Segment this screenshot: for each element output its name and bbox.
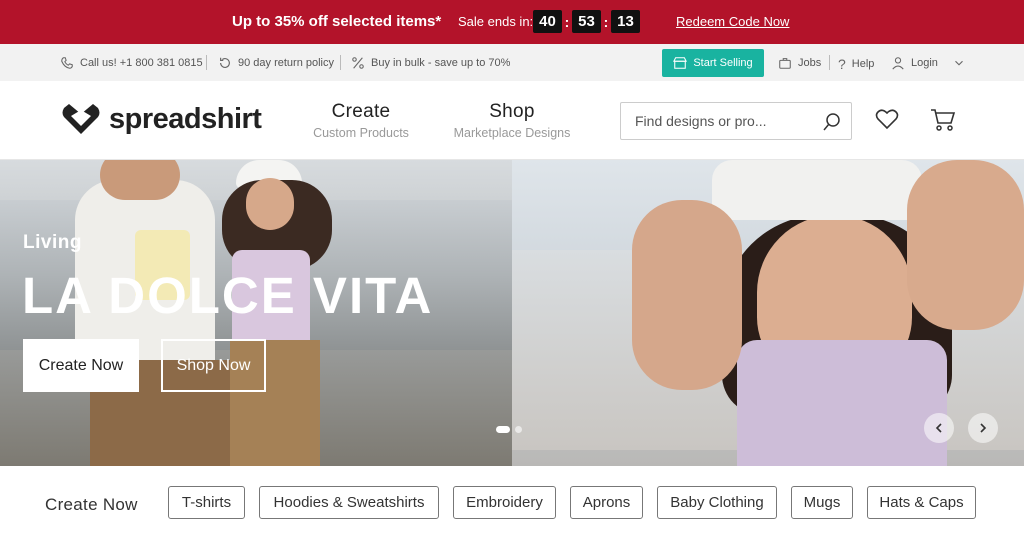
carousel-dot-1[interactable] (496, 426, 510, 433)
start-selling-label: Start Selling (693, 57, 753, 69)
categories-label: Create Now (45, 495, 138, 514)
logo-text: spreadshirt (109, 102, 262, 135)
chevron-right-icon (980, 423, 987, 433)
bulk-discount-link[interactable]: Buy in bulk - save up to 70% (351, 56, 510, 70)
chevron-left-icon (935, 423, 942, 433)
return-icon (220, 57, 230, 68)
nav-shop-title: Shop (489, 101, 535, 122)
timer-minutes: 53 (572, 10, 601, 33)
nav-shop-subtitle: Marketplace Designs (453, 126, 571, 140)
redeem-code-link[interactable]: Redeem Code Now (676, 14, 789, 29)
start-selling-button[interactable]: Start Selling (662, 49, 764, 77)
hero-eyebrow: Living (23, 232, 82, 253)
nav-shop[interactable]: Shop Marketplace Designs (446, 101, 578, 140)
countdown-timer: 40 : 53 : 13 (533, 10, 640, 33)
promo-bar: Up to 35% off selected items* Sale ends … (0, 0, 1024, 44)
bulk-discount-text: Buy in bulk - save up to 70% (371, 57, 511, 69)
category-aprons[interactable]: Aprons (570, 486, 643, 519)
category-hoodies-sweatshirts[interactable]: Hoodies & Sweatshirts (259, 486, 439, 519)
percent-icon (352, 57, 364, 69)
help-link[interactable]: ? Help (838, 56, 874, 72)
nav-create-subtitle: Custom Products (313, 126, 409, 140)
briefcase-icon (779, 58, 791, 69)
utility-bar: Call us! +1 800 381 0815 90 day return p… (0, 44, 1024, 81)
help-text: Help (851, 58, 875, 70)
heart-logo-icon (62, 104, 100, 134)
timer-seconds: 13 (611, 10, 640, 33)
hero-title: LA DOLCE VITA (22, 267, 434, 324)
spreadshirt-logo[interactable]: spreadshirt (61, 102, 262, 136)
call-us-text: Call us! +1 800 381 0815 (80, 57, 203, 69)
promo-headline: Up to 35% off selected items* (232, 13, 442, 30)
carousel-next-button[interactable] (968, 413, 998, 443)
hero-banner: Living LA DOLCE VITA Create Now Shop Now (0, 160, 1024, 466)
call-us-link[interactable]: Call us! +1 800 381 0815 (60, 56, 203, 70)
category-baby-clothing[interactable]: Baby Clothing (657, 486, 777, 519)
carousel-prev-button[interactable] (924, 413, 954, 443)
category-mugs[interactable]: Mugs (791, 486, 853, 519)
search-box (620, 102, 852, 140)
chevron-down-icon (955, 60, 963, 66)
nav-create[interactable]: Create Custom Products (300, 101, 422, 140)
hero-shop-now-button[interactable]: Shop Now (161, 339, 266, 392)
hero-create-now-button[interactable]: Create Now (23, 339, 139, 392)
user-icon (892, 57, 904, 70)
search-icon[interactable] (822, 112, 842, 132)
heart-icon[interactable] (875, 108, 899, 130)
login-text: Login (911, 57, 938, 69)
nav-create-title: Create (331, 101, 391, 122)
question-icon: ? (838, 56, 846, 72)
carousel-dots (496, 426, 522, 433)
search-input[interactable] (635, 113, 815, 129)
timer-hours: 40 (533, 10, 562, 33)
return-policy-text: 90 day return policy (238, 57, 334, 69)
main-header: spreadshirt Create Custom Products Shop … (0, 81, 1024, 160)
jobs-text: Jobs (798, 57, 822, 69)
jobs-link[interactable]: Jobs (778, 56, 821, 70)
login-menu[interactable]: Login (891, 56, 966, 70)
phone-icon (61, 57, 73, 69)
store-icon (673, 57, 688, 69)
category-hats-caps[interactable]: Hats & Caps (867, 486, 976, 519)
category-tshirts[interactable]: T-shirts (168, 486, 245, 519)
carousel-dot-2[interactable] (515, 426, 522, 433)
category-embroidery[interactable]: Embroidery (453, 486, 556, 519)
sale-ends-label: Sale ends in: (458, 14, 534, 29)
return-policy-link[interactable]: 90 day return policy (218, 56, 334, 70)
category-row: Create Now T-shirts Hoodies & Sweatshirt… (0, 466, 1024, 538)
cart-icon[interactable] (930, 108, 956, 132)
